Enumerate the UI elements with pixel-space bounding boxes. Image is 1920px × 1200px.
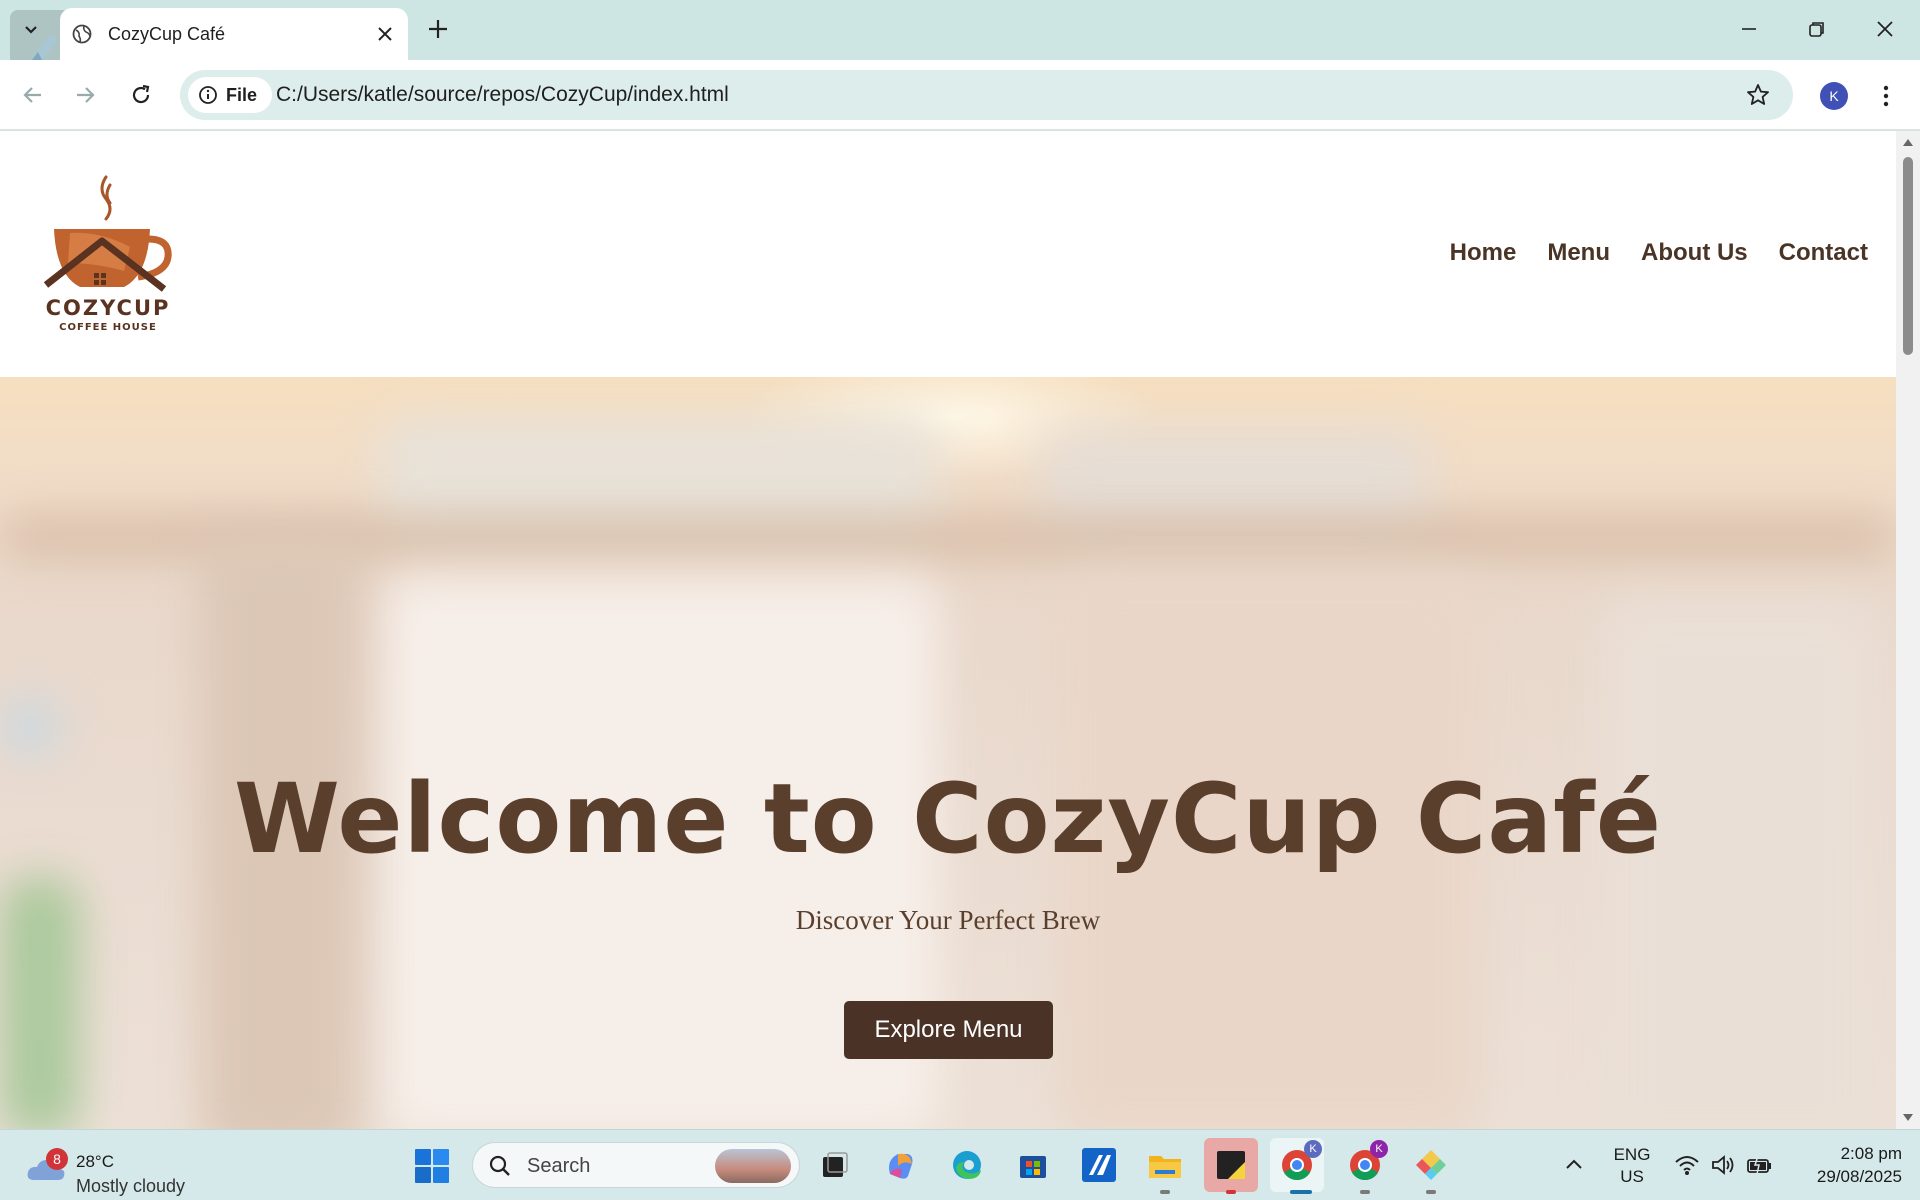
nav-about-us[interactable]: About Us xyxy=(1641,239,1748,267)
tab-strip: CozyCup Café xyxy=(0,0,1920,82)
explore-menu-button[interactable]: Explore Menu xyxy=(844,1001,1053,1059)
globe-icon xyxy=(72,24,92,44)
nav-home[interactable]: Home xyxy=(1450,239,1517,267)
folder-icon xyxy=(1149,1156,1181,1178)
close-window-button[interactable] xyxy=(1870,14,1900,44)
site-info-chip[interactable]: File xyxy=(188,77,272,113)
running-indicator xyxy=(1426,1190,1436,1194)
forward-button[interactable] xyxy=(70,80,100,110)
file-explorer-button[interactable] xyxy=(1144,1144,1186,1186)
reload-button[interactable] xyxy=(126,80,156,110)
nav-menu[interactable]: Menu xyxy=(1547,239,1610,267)
restore-button[interactable] xyxy=(1802,14,1832,44)
more-menu-icon[interactable] xyxy=(1876,84,1896,108)
new-tab-icon[interactable] xyxy=(425,16,451,42)
copilot-icon xyxy=(889,1153,913,1179)
tab-title: CozyCup Café xyxy=(108,23,226,44)
edge-button[interactable] xyxy=(946,1144,988,1186)
restore-icon xyxy=(1809,22,1824,37)
azure-app-icon xyxy=(1082,1148,1116,1182)
chevron-up-icon[interactable] xyxy=(1564,1156,1584,1172)
weather-widget[interactable]: 8 28°C Mostly cloudy xyxy=(24,1140,224,1196)
browser-toolbar: File C:/Users/katle/source/repos/CozyCup… xyxy=(0,60,1920,130)
site-header: COZYCUP COFFEE HOUSE Home Menu About Us … xyxy=(0,131,1896,377)
weather-condition: Mostly cloudy xyxy=(76,1176,186,1196)
temperature: 28°C xyxy=(76,1152,114,1171)
scroll-down-icon[interactable] xyxy=(1902,1113,1914,1123)
address-bar[interactable]: File C:/Users/katle/source/repos/CozyCup… xyxy=(180,70,1793,120)
hero-subtitle: Discover Your Perfect Brew xyxy=(795,905,1101,935)
chrome-profile-badge: K xyxy=(1304,1140,1322,1158)
lang-code: ENG xyxy=(1613,1145,1651,1164)
azure-button[interactable] xyxy=(1078,1144,1120,1186)
diamond-app-icon xyxy=(1416,1150,1446,1180)
arrow-right-icon xyxy=(77,87,95,103)
site-chip-label: File xyxy=(226,84,258,105)
input-language[interactable]: ENG US xyxy=(1612,1144,1652,1188)
search-highlight-image xyxy=(715,1149,791,1183)
hero-title: Welcome to CozyCup Café xyxy=(233,763,1663,875)
nav-contact[interactable]: Contact xyxy=(1779,239,1868,267)
search-label: Search xyxy=(527,1155,591,1177)
chrome-profile-badge: K xyxy=(1370,1140,1388,1158)
gemini-app-button[interactable] xyxy=(1410,1144,1452,1186)
running-indicator xyxy=(1360,1190,1370,1194)
wifi-icon[interactable] xyxy=(1674,1152,1700,1178)
cozycup-logo[interactable]: COZYCUP COFFEE HOUSE xyxy=(40,167,176,337)
running-indicator xyxy=(1226,1190,1236,1194)
browser-tab[interactable]: CozyCup Café xyxy=(60,8,408,60)
arrow-left-icon xyxy=(23,87,41,103)
hero-section: Welcome to CozyCup Café Discover Your Pe… xyxy=(0,377,1896,1129)
logo-text: COZYCUP xyxy=(46,296,171,320)
running-indicator xyxy=(1290,1190,1312,1194)
chrome-profile-2-button[interactable]: K xyxy=(1344,1140,1388,1186)
battery-icon[interactable] xyxy=(1746,1152,1772,1178)
windows-start-icon[interactable] xyxy=(414,1148,450,1184)
weather-alert-badge: 8 xyxy=(46,1148,68,1170)
scrollbar-thumb[interactable] xyxy=(1903,157,1913,355)
clock-time: 2:08 pm xyxy=(1840,1144,1902,1163)
sticky-notes-icon xyxy=(1217,1151,1245,1179)
minimize-icon xyxy=(1742,28,1756,30)
main-nav: Home Menu About Us Contact xyxy=(1450,239,1868,267)
scroll-up-icon[interactable] xyxy=(1902,137,1914,147)
copilot-button[interactable] xyxy=(880,1144,922,1186)
taskbar-search[interactable]: Search xyxy=(472,1142,800,1188)
volume-icon[interactable] xyxy=(1710,1152,1736,1178)
reload-icon xyxy=(132,84,150,104)
page-scrollbar[interactable] xyxy=(1896,131,1920,1129)
bookmark-star-icon[interactable] xyxy=(1745,82,1771,108)
store-button[interactable] xyxy=(1012,1144,1054,1186)
task-view-icon xyxy=(823,1152,848,1177)
microsoft-store-icon xyxy=(1020,1156,1046,1178)
search-icon xyxy=(489,1155,510,1176)
page-viewport: COZYCUP COFFEE HOUSE Home Menu About Us … xyxy=(0,131,1896,1129)
minimize-button[interactable] xyxy=(1734,14,1764,44)
system-clock[interactable]: 2:08 pm 29/08/2025 xyxy=(1782,1142,1902,1188)
chrome-button-active[interactable]: K xyxy=(1270,1138,1324,1192)
close-tab-icon[interactable] xyxy=(376,25,394,43)
region-code: US xyxy=(1620,1167,1644,1186)
running-indicator xyxy=(1160,1190,1170,1194)
taskbar: 8 28°C Mostly cloudy Search K K ENG US 2… xyxy=(0,1129,1920,1200)
edge-icon xyxy=(953,1151,981,1179)
close-icon xyxy=(1877,21,1893,37)
url-text[interactable]: C:/Users/katle/source/repos/CozyCup/inde… xyxy=(276,83,729,107)
sticky-notes-button[interactable] xyxy=(1204,1138,1258,1192)
info-icon xyxy=(199,86,217,104)
pen-app-icon xyxy=(32,34,58,60)
clock-date: 29/08/2025 xyxy=(1816,1167,1902,1186)
profile-avatar[interactable]: K xyxy=(1820,82,1848,110)
task-view-button[interactable] xyxy=(814,1144,856,1186)
logo-subtext: COFFEE HOUSE xyxy=(59,322,157,333)
back-button[interactable] xyxy=(18,80,48,110)
